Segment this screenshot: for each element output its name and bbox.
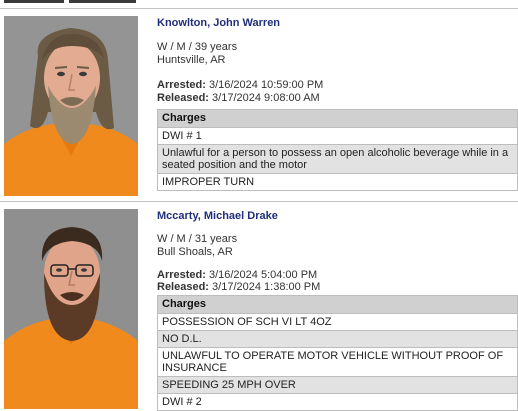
inmate-name-link[interactable]: Mccarty, Michael Drake [157, 209, 278, 223]
released-value: 3/17/2024 1:38:00 PM [212, 281, 321, 293]
arrested-label: Arrested: [157, 269, 206, 281]
mugshot-photo[interactable] [4, 209, 138, 409]
charge-row: UNLAWFUL TO OPERATE MOTOR VEHICLE WITHOU… [158, 347, 517, 376]
charge-row: POSSESSION OF SCH VI LT 4OZ [158, 313, 517, 330]
charges-table: Charges DWI # 1 Unlawful for a person to… [157, 109, 518, 191]
demographics-text: W / M / 39 years [157, 41, 238, 53]
released-label: Released: [157, 92, 209, 104]
location-text: Bull Shoals, AR [157, 246, 233, 258]
released-value: 3/17/2024 9:08:00 AM [212, 92, 320, 104]
charge-row: DWI # 1 [158, 127, 517, 144]
arrested-label: Arrested: [157, 79, 206, 91]
inmate-name-link[interactable]: Knowlton, John Warren [157, 16, 280, 30]
arrested-value: 3/16/2024 10:59:00 PM [208, 79, 324, 91]
arrested-value: 3/16/2024 5:04:00 PM [208, 269, 318, 281]
released-label: Released: [157, 281, 209, 293]
released-row: Released: 3/17/2024 9:08:00 AM [157, 92, 320, 105]
location-text: Huntsville, AR [157, 54, 226, 66]
charge-row: DWI # 2 [158, 393, 517, 410]
demographics-text: W / M / 31 years [157, 233, 238, 245]
charge-row: Unlawful for a person to possess an open… [158, 144, 517, 173]
charges-header: Charges [158, 110, 517, 127]
record-divider [0, 201, 518, 202]
charges-table: Charges POSSESSION OF SCH VI LT 4OZ NO D… [157, 295, 518, 411]
mugshot-photo[interactable] [4, 16, 138, 196]
charge-row: SPEEDING 25 MPH OVER [158, 376, 517, 393]
charge-row: NO D.L. [158, 330, 517, 347]
charges-header: Charges [158, 296, 517, 313]
charge-row: IMPROPER TURN [158, 173, 517, 190]
record-divider [0, 8, 518, 9]
arrested-row: Arrested: 3/16/2024 10:59:00 PM [157, 79, 323, 92]
previous-record-photo-strip [4, 0, 136, 3]
released-row: Released: 3/17/2024 1:38:00 PM [157, 281, 320, 294]
